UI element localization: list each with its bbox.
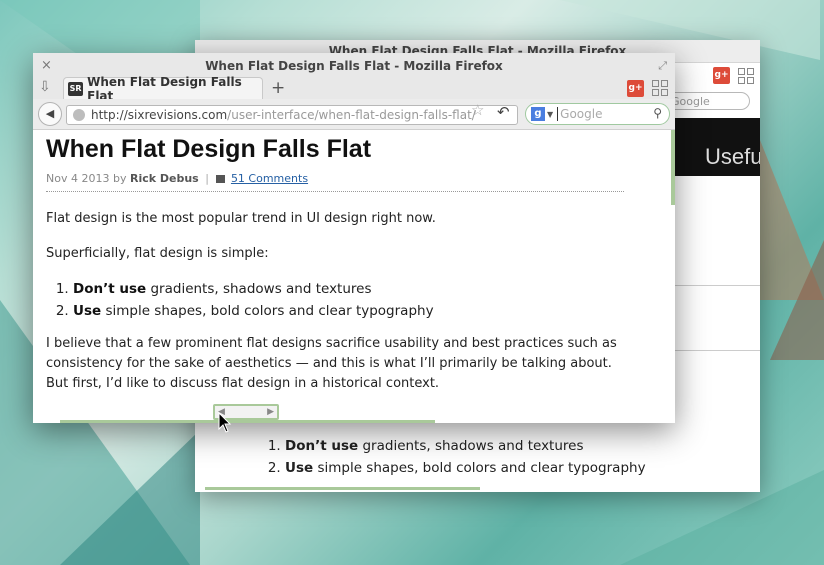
search-input[interactable]: g ▼ Google ⚲ — [525, 103, 670, 125]
search-icon[interactable]: ⚲ — [653, 106, 662, 120]
scrollbar-accent — [671, 130, 675, 205]
mouse-cursor-icon — [218, 412, 232, 433]
maximize-icon[interactable]: ⤢ — [658, 53, 667, 79]
back-search-input[interactable]: Google — [664, 92, 750, 110]
browser-window[interactable]: × When Flat Design Falls Flat - Mozilla … — [33, 53, 675, 423]
paragraph: Flat design is the most popular trend in… — [46, 211, 436, 226]
author-link[interactable]: Rick Debus — [130, 172, 199, 185]
download-icon[interactable]: ⇩ — [39, 79, 51, 95]
scroll-right-icon[interactable]: ▶ — [267, 406, 274, 418]
article-date: Nov 4 2013 — [46, 172, 110, 185]
comment-icon — [215, 175, 225, 183]
google-plus-icon[interactable]: g+ — [713, 67, 730, 84]
list-item: Don’t use gradients, shadows and texture… — [285, 435, 646, 457]
page-title: When Flat Design Falls Flat — [46, 135, 372, 163]
article-meta: Nov 4 2013 by Rick Debus | 51 Comments — [46, 172, 308, 185]
list-item: Use simple shapes, bold colors and clear… — [285, 457, 646, 479]
url-domain: http://sixrevisions.com — [91, 108, 228, 122]
url-input[interactable]: http://sixrevisions.com/user-interface/w… — [66, 105, 518, 125]
divider — [46, 191, 624, 192]
site-banner: Usefu — [675, 118, 760, 176]
by-label: by — [112, 172, 127, 185]
navigation-toolbar: ◀ http://sixrevisions.com/user-interface… — [33, 99, 675, 130]
article-list: Don’t use gradients, shadows and texture… — [46, 278, 434, 322]
divider — [675, 285, 760, 286]
tab-strip: ⇩ SR When Flat Design Falls Flat + g+ — [33, 75, 675, 103]
list-item: Use simple shapes, bold colors and clear… — [73, 300, 434, 322]
tab-groups-icon[interactable] — [738, 68, 754, 84]
divider — [675, 350, 760, 351]
search-placeholder: Google — [557, 107, 602, 121]
url-path: /user-interface/when-flat-design-falls-f… — [227, 108, 476, 122]
tab-active[interactable]: SR When Flat Design Falls Flat — [63, 75, 263, 103]
title-bar: × When Flat Design Falls Flat - Mozilla … — [33, 53, 675, 77]
paragraph: Superficially, flat design is simple: — [46, 246, 269, 261]
back-article-list: Don’t use gradients, shadows and texture… — [255, 435, 646, 479]
site-favicon-icon: SR — [68, 81, 84, 96]
bookmark-star-icon[interactable]: ☆ — [471, 101, 484, 119]
meta-separator: | — [205, 172, 209, 185]
google-plus-icon[interactable]: g+ — [627, 80, 644, 97]
scrollbar-accent — [205, 487, 480, 490]
window-title: When Flat Design Falls Flat - Mozilla Fi… — [205, 59, 503, 73]
google-search-engine-icon[interactable]: g — [531, 107, 545, 121]
paragraph: I believe that a few prominent flat desi… — [46, 336, 617, 391]
scrollbar-accent — [60, 420, 435, 423]
new-tab-button[interactable]: + — [271, 77, 285, 99]
globe-icon — [73, 109, 85, 121]
background-shape — [770, 240, 824, 360]
close-icon[interactable]: × — [41, 53, 52, 79]
list-item: Don’t use gradients, shadows and texture… — [73, 278, 434, 300]
page-content: When Flat Design Falls Flat Nov 4 2013 b… — [33, 130, 675, 423]
chevron-down-icon[interactable]: ▼ — [547, 110, 553, 119]
background-shape — [60, 430, 200, 565]
reload-icon[interactable]: ↶ — [497, 103, 510, 121]
comments-link[interactable]: 51 Comments — [231, 172, 308, 185]
tab-groups-icon[interactable] — [652, 80, 668, 96]
back-button[interactable]: ◀ — [38, 102, 62, 126]
